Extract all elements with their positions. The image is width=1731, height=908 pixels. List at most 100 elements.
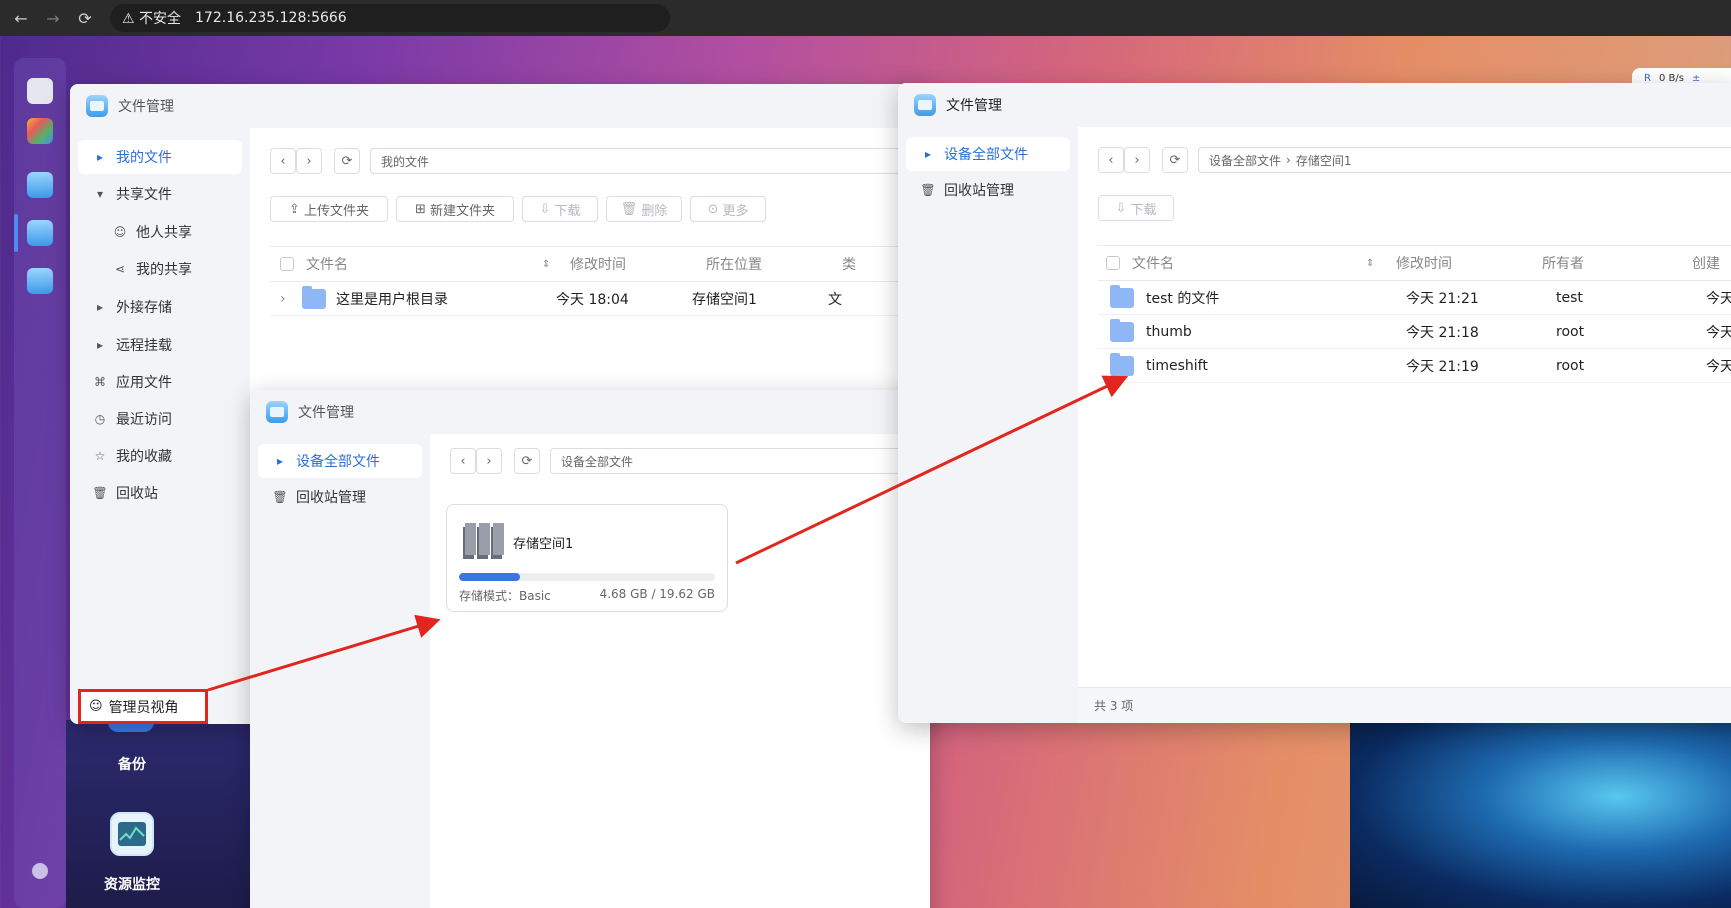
file-manager-app-icon (914, 94, 936, 116)
col-owner[interactable]: 所有者 (1542, 253, 1692, 273)
col-mtime[interactable]: 修改时间 (1396, 253, 1542, 273)
admin-view-button[interactable]: ☺ 管理员视角 (78, 689, 208, 724)
select-all-checkbox[interactable] (1106, 256, 1120, 270)
storage-card[interactable]: 存储空间1 存储模式：Basic 4.68 GB / 19.62 GB (446, 504, 728, 612)
sidebar-item-trash-management[interactable]: 🗑 回收站管理 (906, 173, 1070, 207)
insecure-warning[interactable]: ⚠ 不安全 (122, 8, 181, 28)
window-title: 文件管理 (118, 99, 174, 115)
delete-button[interactable]: 🗑 删除 (606, 196, 682, 222)
sidebar-item-remote-mount[interactable]: ▸ 远程挂载 (78, 328, 242, 362)
sidebar-item-favorites[interactable]: ☆ 我的收藏 (78, 439, 242, 473)
sidebar-label: 我的共享 (136, 262, 192, 278)
breadcrumb-separator: › (1286, 153, 1291, 167)
sidebar-item-recent[interactable]: ◷ 最近访问 (78, 402, 242, 436)
file-name: timeshift (1146, 357, 1208, 374)
refresh-button[interactable]: ⟳ (1162, 147, 1188, 173)
path-bar[interactable]: 我的文件 (370, 148, 910, 174)
sidebar-item-all-device-files[interactable]: ▸ 设备全部文件 (906, 137, 1070, 171)
file-manager-admin-icon-2[interactable] (27, 268, 53, 294)
download-button[interactable]: ⇩ 下载 (522, 196, 598, 222)
star-icon: ☆ (94, 449, 106, 463)
sort-icon[interactable]: ⇕ (1366, 258, 1386, 269)
file-manager-app-icon (86, 95, 108, 117)
col-type[interactable]: 类 (842, 254, 856, 274)
wallpaper-swirl (1350, 722, 1731, 908)
col-name[interactable]: 文件名 (1132, 253, 1366, 273)
storage-name: 存储空间1 (513, 537, 574, 552)
sidebar-item-external-storage[interactable]: ▸ 外接存储 (78, 290, 242, 324)
help-icon[interactable] (32, 863, 48, 879)
arrow-right-icon: ▸ (96, 300, 104, 314)
arrow-right-icon: ▸ (96, 338, 104, 352)
window-titlebar[interactable]: 文件管理 (898, 83, 1731, 127)
back-button[interactable]: ‹ (1098, 147, 1124, 173)
sort-icon[interactable]: ⇕ (542, 259, 560, 270)
storage-usage-bar (459, 573, 715, 581)
sidebar-item-others-shared[interactable]: ☺ 他人共享 (78, 215, 242, 249)
sidebar-item-all-device-files[interactable]: ▸ 设备全部文件 (258, 444, 422, 478)
file-mtime: 今天 21:21 (1406, 290, 1479, 307)
address-bar[interactable]: ⚠ 不安全 172.16.235.128:5666 (110, 4, 670, 32)
sidebar-item-my-shared[interactable]: ⋖ 我的共享 (78, 252, 242, 286)
expand-icon[interactable]: › (280, 291, 296, 307)
storage-server-icon (463, 523, 504, 559)
status-footer: 共 3 项 (1078, 687, 1731, 723)
file-manager-icon[interactable] (27, 172, 53, 198)
table-row[interactable]: › 这里是用户根目录 今天 18:04 存储空间1 文 (270, 282, 930, 316)
path-bar[interactable]: 设备全部文件 (550, 448, 930, 474)
trash-icon: 🗑 (92, 486, 108, 500)
select-all-checkbox[interactable] (280, 257, 294, 271)
breadcrumb[interactable]: 设备全部文件 › 存储空间1 (1198, 147, 1731, 173)
active-indicator (14, 214, 18, 252)
folder-icon (302, 285, 326, 309)
arrow-right-icon: ▸ (924, 147, 932, 161)
sidebar-item-trash[interactable]: 🗑 回收站 (78, 476, 242, 510)
more-button[interactable]: ⊙ 更多 (690, 196, 766, 222)
sidebar: ▸ 我的文件 ▾ 共享文件 ☺ 他人共享 ⋖ 我的共享 ▸ 外接存储 ▸ 远程挂载 ⌘ 应用文… (70, 128, 250, 724)
table-row[interactable]: test 的文件 今天 21:21 test 今天 (1098, 281, 1731, 315)
col-created[interactable]: 创建 (1692, 253, 1720, 273)
col-location[interactable]: 所在位置 (706, 254, 842, 274)
table-row[interactable]: timeshift 今天 21:19 root 今天 (1098, 349, 1731, 383)
file-mtime: 今天 18:04 (556, 291, 629, 308)
sidebar-label: 共享文件 (116, 187, 172, 203)
breadcrumb-current[interactable]: 存储空间1 (1296, 152, 1352, 169)
sidebar-label: 我的文件 (116, 150, 172, 166)
path-text: 设备全部文件 (561, 454, 634, 469)
storage-usage-text: 4.68 GB / 19.62 GB (599, 587, 715, 601)
forward-icon[interactable]: → (42, 7, 64, 29)
file-created: 今天 (1706, 324, 1731, 341)
col-name[interactable]: 文件名 (306, 254, 542, 274)
arrow-right-icon: ▸ (96, 150, 104, 164)
back-button[interactable]: ‹ (450, 448, 476, 474)
download-button[interactable]: ⇩ 下载 (1098, 195, 1174, 221)
storage-mode: 存储模式：Basic (459, 589, 551, 603)
upload-folder-button[interactable]: ⇪ 上传文件夹 (270, 196, 388, 222)
sidebar-label: 我的收藏 (116, 449, 172, 465)
table-header: 文件名 ⇕ 修改时间 所有者 创建 (1098, 245, 1731, 281)
col-mtime[interactable]: 修改时间 (570, 254, 706, 274)
forward-button[interactable]: › (1124, 147, 1150, 173)
window-titlebar[interactable]: 文件管理 (70, 84, 930, 128)
breadcrumb-root[interactable]: 设备全部文件 (1209, 152, 1281, 169)
app-center-icon[interactable] (27, 118, 53, 144)
sidebar-item-trash-management[interactable]: 🗑 回收站管理 (258, 480, 422, 514)
sidebar-label: 最近访问 (116, 412, 172, 428)
table-row[interactable]: thumb 今天 21:18 root 今天 (1098, 315, 1731, 349)
back-button[interactable]: ‹ (270, 148, 296, 174)
forward-button[interactable]: › (296, 148, 322, 174)
sidebar-item-shared-files[interactable]: ▾ 共享文件 (78, 177, 242, 211)
resource-monitor-icon[interactable] (110, 812, 154, 856)
refresh-button[interactable]: ⟳ (514, 448, 540, 474)
sidebar-item-my-files[interactable]: ▸ 我的文件 (78, 140, 242, 174)
reload-icon[interactable]: ⟳ (74, 7, 96, 29)
monitor-icon[interactable] (27, 78, 53, 104)
window-titlebar[interactable]: 文件管理 (250, 390, 930, 434)
back-icon[interactable]: ← (10, 7, 32, 29)
new-folder-button[interactable]: ⊞ 新建文件夹 (396, 196, 514, 222)
sidebar-label: 回收站管理 (296, 490, 366, 506)
sidebar-item-app-files[interactable]: ⌘ 应用文件 (78, 365, 242, 399)
refresh-button[interactable]: ⟳ (334, 148, 360, 174)
file-manager-admin-icon[interactable] (27, 220, 53, 246)
forward-button[interactable]: › (476, 448, 502, 474)
